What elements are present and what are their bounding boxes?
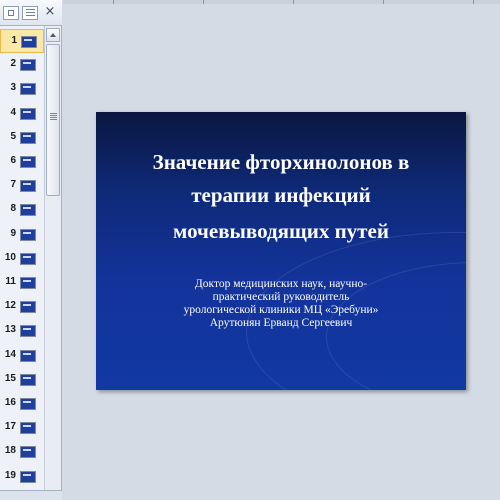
subtitle-line: Доктор медицинских наук, научно- xyxy=(194,278,368,290)
slide-number: 2 xyxy=(10,58,16,70)
slide-thumbnail-image xyxy=(20,277,36,289)
ruler-tick xyxy=(293,0,294,4)
top-ruler xyxy=(63,0,500,4)
title-line: мочевыводящих путей xyxy=(173,219,389,243)
slide-number: 18 xyxy=(4,445,16,457)
slide-thumbnail[interactable]: 3 xyxy=(0,77,44,101)
ruler-tick xyxy=(473,0,474,4)
title-line: терапии инфекций xyxy=(191,183,371,207)
slide-thumbnail[interactable]: 1 xyxy=(0,29,44,53)
slide-thumbnail-image xyxy=(21,36,37,48)
slide-thumbnail[interactable]: 13 xyxy=(0,319,44,343)
current-slide[interactable]: Значение фторхинолонов в терапии инфекци… xyxy=(96,112,466,390)
outline-tab[interactable] xyxy=(22,6,38,20)
slide-thumbnail-image xyxy=(20,59,36,72)
slide-number: 6 xyxy=(10,155,16,166)
slide-number: 11 xyxy=(5,276,16,287)
slide-thumbnail[interactable]: 11 xyxy=(0,271,44,295)
slide-thumbnail[interactable]: 10 xyxy=(0,247,44,271)
slide-number: 9 xyxy=(10,227,16,239)
subtitle-line: практический руководитель xyxy=(212,291,350,303)
subtitle-line: Арутюнян Ерванд Сергеевич xyxy=(209,317,353,329)
slide-number: 10 xyxy=(4,251,16,263)
slide-thumbnail[interactable]: 16 xyxy=(0,392,44,416)
slides-tab[interactable] xyxy=(3,6,19,20)
slide-thumbnail[interactable]: 4 xyxy=(0,102,44,126)
scroll-up-button[interactable] xyxy=(46,28,60,42)
slide-thumbnail[interactable]: 12 xyxy=(0,295,44,319)
ruler-tick xyxy=(203,0,204,4)
slide-thumbnail-image xyxy=(20,107,36,120)
slide-thumbnail-image xyxy=(20,252,36,265)
close-pane-button[interactable]: × xyxy=(42,4,58,20)
slide-thumbnail-image xyxy=(20,156,36,168)
slide-thumbnail[interactable]: 2 xyxy=(0,53,44,77)
slide-number: 5 xyxy=(10,130,16,142)
slide-thumbnail-image xyxy=(20,349,36,362)
slide-number: 4 xyxy=(10,106,16,118)
grip-icon xyxy=(50,113,57,114)
slides-tab-icon xyxy=(8,10,14,16)
slide-thumbnail[interactable]: 14 xyxy=(0,344,44,368)
slide-thumbnail[interactable]: 7 xyxy=(0,174,44,198)
slide-number: 15 xyxy=(4,372,16,384)
slide-number: 19 xyxy=(4,469,16,481)
slide-number: 13 xyxy=(4,324,16,336)
slide-thumbnail[interactable]: 5 xyxy=(0,126,44,150)
slide-thumbnail[interactable]: 17 xyxy=(0,416,44,440)
thumbnails-scrollbar[interactable] xyxy=(44,26,61,500)
slide-number: 7 xyxy=(10,179,16,191)
slides-pane: × 1234567891011121314151617181920 xyxy=(0,0,62,500)
slide-thumbnail-image xyxy=(20,398,36,410)
slide-thumbnail[interactable]: 19 xyxy=(0,465,44,489)
slide-thumbnail-image xyxy=(20,83,36,96)
subtitle-line: урологической клиники МЦ «Эребуни» xyxy=(183,304,379,316)
slide-number: 1 xyxy=(11,35,17,46)
slide-editing-area: Значение фторхинолонов в терапии инфекци… xyxy=(63,0,500,500)
slide-thumbnail-image xyxy=(20,373,36,386)
slide-thumbnail-image xyxy=(20,131,36,144)
slide-thumbnail-image xyxy=(20,422,36,435)
slide-number: 12 xyxy=(4,300,16,312)
slide-number: 14 xyxy=(4,348,16,360)
slide-thumbnail-image xyxy=(20,228,36,241)
title-line: Значение фторхинолонов в xyxy=(152,150,410,174)
slide-thumbnail-image xyxy=(20,325,36,338)
slide-thumbnail[interactable]: 8 xyxy=(0,198,44,222)
slide-thumbnail[interactable]: 15 xyxy=(0,368,44,392)
slide-number: 17 xyxy=(4,421,16,433)
slide-thumbnail[interactable]: 6 xyxy=(0,150,44,174)
ruler-tick xyxy=(383,0,384,4)
slide-number: 16 xyxy=(4,397,16,408)
slide-thumbnail-image xyxy=(20,446,36,459)
slide-thumbnail-image xyxy=(20,204,36,217)
pane-bottom-bar xyxy=(0,490,62,500)
slide-number: 3 xyxy=(10,82,16,94)
scrollbar-thumb[interactable] xyxy=(46,44,60,196)
slide-number: 8 xyxy=(10,203,16,215)
pane-tabs: × xyxy=(0,0,62,26)
slide-thumbnail[interactable]: 9 xyxy=(0,223,44,247)
slide-thumbnail-image xyxy=(20,301,36,314)
slide-title[interactable]: Значение фторхинолонов в терапии инфекци… xyxy=(106,146,456,248)
outline-tab-icon xyxy=(26,9,35,10)
slide-thumbnail-image xyxy=(20,180,36,193)
slide-thumbnail-image xyxy=(20,470,36,483)
slide-thumbnails: 1234567891011121314151617181920 xyxy=(0,26,44,500)
slide-thumbnail[interactable]: 18 xyxy=(0,440,44,464)
ruler-tick xyxy=(113,0,114,4)
slide-subtitle[interactable]: Доктор медицинских наук, научно- практич… xyxy=(116,278,446,330)
